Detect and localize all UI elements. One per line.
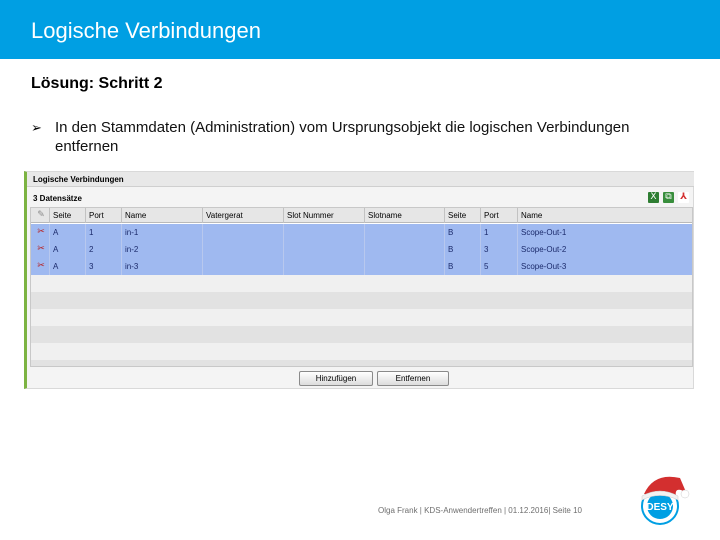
column-header[interactable]: Name (122, 208, 203, 223)
logical-connections-panel: Logische Verbindungen 3 Datensätze X ⧉ ⅄… (24, 171, 694, 389)
remove-button[interactable]: Entfernen (377, 371, 449, 386)
column-header[interactable]: Port (86, 208, 122, 223)
header-icon-cell: ✎ (31, 208, 50, 223)
empty-row (31, 309, 692, 326)
pdf-export-icon[interactable]: ⅄ (678, 192, 689, 203)
table-cell (284, 241, 365, 258)
table-cell: in-3 (122, 258, 203, 275)
table-cell: Scope-Out-3 (521, 262, 567, 271)
add-button[interactable]: Hinzufügen (299, 371, 373, 386)
panel-titlebar: Logische Verbindungen (27, 172, 694, 187)
table-header: ✎ Seite Port Name Vatergerat Slot Nummer… (31, 208, 692, 223)
title-bar: Logische Verbindungen (0, 0, 720, 59)
disconnect-icon[interactable]: ✂ (35, 227, 47, 238)
table-cell: B (445, 224, 481, 241)
empty-row (31, 326, 692, 343)
table-cell (203, 258, 284, 275)
table-cell: 2 (86, 241, 122, 258)
column-header[interactable]: Port (481, 208, 518, 223)
bullet-text: In den Stammdaten (Administration) vom U… (55, 119, 630, 155)
slide-title: Logische Verbindungen (31, 18, 261, 43)
row-icon-cell: ✂ (31, 241, 50, 258)
disconnect-icon[interactable]: ✂ (35, 244, 47, 255)
table-cell (203, 241, 284, 258)
column-header[interactable]: Slot Nummer (284, 208, 365, 223)
table-cell: 1 (86, 224, 122, 241)
disconnect-icon[interactable]: ✂ (35, 261, 47, 272)
table-row[interactable]: ✂ A 2 in-2 B 3 Scope-Out-2 (31, 241, 692, 258)
copy-icon[interactable]: ⧉ (663, 192, 674, 203)
table-cell (284, 224, 365, 241)
table-cell: A (50, 241, 86, 258)
table-cell: Scope-Out-1 (521, 228, 567, 237)
bullet-point: ➢ In den Stammdaten (Administration) vom… (31, 118, 631, 156)
empty-row (31, 275, 692, 292)
arrow-bullet-icon: ➢ (31, 120, 42, 135)
record-count: 3 Datensätze (33, 194, 82, 203)
disconnect-icon: ✎ (37, 210, 45, 220)
column-header[interactable]: Name (518, 208, 692, 223)
slide-subtitle: Lösung: Schritt 2 (31, 75, 163, 92)
table-cell (203, 224, 284, 241)
table-cell: in-2 (122, 241, 203, 258)
column-header[interactable]: Vatergerat (203, 208, 284, 223)
column-header[interactable]: Slotname (365, 208, 445, 223)
row-icon-cell: ✂ (31, 258, 50, 275)
table-cell: 5 (481, 258, 518, 275)
excel-export-icon[interactable]: X (648, 192, 659, 203)
table-cell: B (445, 241, 481, 258)
table-cell: B (445, 258, 481, 275)
table-cell: 3 (86, 258, 122, 275)
panel-title: Logische Verbindungen (33, 175, 124, 184)
toolbar: X ⧉ ⅄ (648, 192, 689, 203)
table-cell: A (50, 258, 86, 275)
table-cell: A (50, 224, 86, 241)
empty-row (31, 360, 692, 366)
footer-text: Olga Frank | KDS-Anwendertreffen | 01.12… (378, 506, 582, 515)
table-cell (365, 224, 445, 241)
table-cell (284, 258, 365, 275)
table-cell: in-1 (122, 224, 203, 241)
table-cell: 3 (481, 241, 518, 258)
column-header[interactable]: Seite (445, 208, 481, 223)
table-row[interactable]: ✂ A 1 in-1 B 1 Scope-Out-1 (31, 224, 692, 241)
desy-logo: DESY (641, 476, 690, 525)
connections-table: ✎ Seite Port Name Vatergerat Slot Nummer… (30, 207, 693, 367)
row-icon-cell: ✂ (31, 224, 50, 241)
empty-row (31, 292, 692, 309)
table-cell (365, 241, 445, 258)
table-cell: 1 (481, 224, 518, 241)
table-row[interactable]: ✂ A 3 in-3 B 5 Scope-Out-3 (31, 258, 692, 275)
empty-row (31, 343, 692, 360)
logo-text: DESY (646, 502, 674, 513)
table-cell: Scope-Out-2 (521, 245, 567, 254)
column-header[interactable]: Seite (50, 208, 86, 223)
table-cell (365, 258, 445, 275)
